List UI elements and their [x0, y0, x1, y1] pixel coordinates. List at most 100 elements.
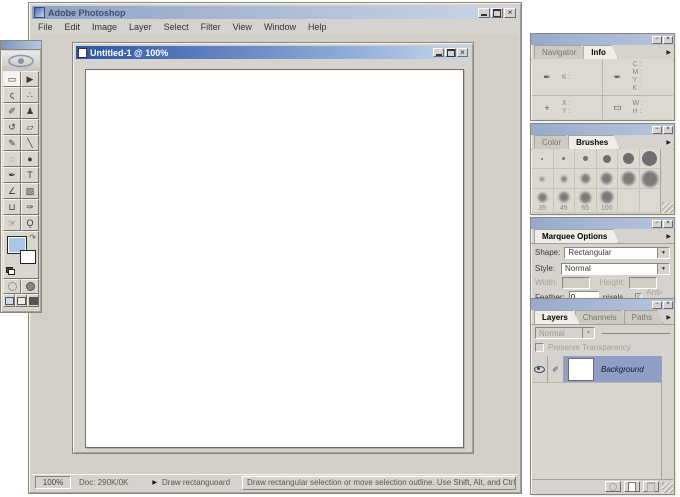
menu-view[interactable]: View [227, 21, 258, 33]
style-select[interactable]: Normal ▼ [561, 262, 670, 275]
info-palette-title-bar[interactable]: − × [531, 34, 674, 45]
resize-grip[interactable] [662, 202, 673, 213]
brush-swatch[interactable]: 35 [532, 189, 554, 213]
tool-eyedropper[interactable]: ✑ [21, 199, 39, 215]
tab-brushes[interactable]: Brushes [568, 135, 620, 149]
background-color-swatch[interactable] [20, 250, 36, 264]
tool-gradient[interactable]: ▧ [21, 183, 39, 199]
palette-menu-arrow-icon[interactable]: ▶ [666, 233, 671, 240]
brush-swatch[interactable] [532, 149, 554, 169]
tool-history-brush[interactable]: ↺ [3, 119, 21, 135]
tool-dodge[interactable]: ● [21, 151, 39, 167]
tool-measure[interactable]: ∠ [3, 183, 21, 199]
document-minimize-button[interactable] [433, 48, 444, 57]
delete-layer-button[interactable] [643, 481, 659, 492]
standard-mode-button[interactable] [3, 279, 21, 294]
app-minimize-button[interactable] [478, 7, 490, 18]
menu-file[interactable]: File [32, 21, 59, 33]
tool-rectangular-marquee[interactable]: ▭ [3, 71, 21, 87]
brush-swatch-empty[interactable] [618, 189, 640, 213]
tool-type[interactable]: T [21, 167, 39, 183]
tab-color[interactable]: Color [534, 135, 573, 149]
layer-thumbnail[interactable] [568, 357, 594, 381]
layer-visibility-toggle[interactable] [532, 356, 548, 382]
layer-row[interactable]: ✐ Background [532, 356, 662, 383]
brush-swatch[interactable] [596, 169, 618, 189]
layer-active-indicator[interactable]: ✐ [548, 356, 564, 382]
app-maximize-button[interactable] [491, 7, 503, 18]
toolbox-title-bar[interactable] [1, 41, 41, 50]
brush-swatch[interactable] [553, 169, 575, 189]
tool-airbrush[interactable]: ∴ [21, 87, 39, 103]
menu-edit[interactable]: Edit [59, 21, 87, 33]
default-colors-icon[interactable] [6, 267, 15, 275]
layers-palette-title-bar[interactable]: − × [531, 299, 674, 310]
document-maximize-button[interactable] [445, 48, 456, 57]
brush-swatch[interactable] [618, 169, 640, 189]
palette-minimize-button[interactable]: − [652, 220, 662, 228]
palette-close-button[interactable]: × [663, 301, 673, 309]
brush-swatch-empty[interactable] [639, 189, 661, 213]
palette-menu-arrow-icon[interactable]: ▶ [666, 49, 671, 56]
menu-window[interactable]: Window [258, 21, 302, 33]
quick-mask-button[interactable] [21, 279, 39, 294]
swap-colors-icon[interactable]: ↷ [29, 233, 36, 242]
layer-mask-button[interactable] [605, 481, 621, 492]
brush-swatch[interactable] [575, 169, 597, 189]
layer-name[interactable]: Background [601, 365, 644, 374]
brush-swatch[interactable] [639, 169, 661, 189]
tool-line[interactable]: ╲ [21, 135, 39, 151]
tool-pencil[interactable]: ✎ [3, 135, 21, 151]
layers-scroll-rail[interactable] [661, 356, 673, 479]
brush-swatch[interactable] [639, 149, 661, 169]
palette-menu-arrow-icon[interactable]: ▶ [666, 314, 671, 321]
tool-paint-bucket[interactable]: ⊔ [3, 199, 21, 215]
palette-close-button[interactable]: × [663, 36, 673, 44]
tab-info[interactable]: Info [583, 45, 618, 59]
menu-help[interactable]: Help [302, 21, 333, 33]
canvas[interactable] [85, 69, 464, 448]
zoom-level-field[interactable]: 100% [35, 476, 71, 489]
brushes-palette-title-bar[interactable]: − × [531, 124, 674, 135]
document-close-button[interactable]: × [457, 48, 468, 57]
brush-swatch[interactable]: 100 [596, 189, 618, 213]
opacity-slider[interactable] [602, 332, 670, 334]
new-layer-button[interactable] [624, 481, 640, 492]
menu-image[interactable]: Image [86, 21, 123, 33]
fullscreen-button[interactable] [27, 294, 39, 307]
brush-swatch[interactable] [553, 149, 575, 169]
standard-screen-button[interactable] [3, 294, 15, 307]
resize-grip[interactable] [662, 482, 673, 493]
document-title-bar[interactable]: Untitled-1 @ 100% × [76, 46, 470, 59]
tool-zoom[interactable]: Ǫ [21, 215, 39, 231]
brush-swatch[interactable]: 45 [553, 189, 575, 213]
palette-minimize-button[interactable]: − [652, 301, 662, 309]
palette-close-button[interactable]: × [663, 126, 673, 134]
blend-mode-select[interactable]: Normal ▼ [535, 327, 595, 339]
tool-blur[interactable]: ◌ [3, 151, 21, 167]
shape-select[interactable]: Rectangular ▼ [564, 246, 670, 259]
brush-swatch[interactable] [596, 149, 618, 169]
palette-minimize-button[interactable]: − [652, 36, 662, 44]
brush-swatch[interactable] [575, 149, 597, 169]
tool-eraser[interactable]: ▱ [21, 119, 39, 135]
menu-layer[interactable]: Layer [123, 21, 158, 33]
menu-select[interactable]: Select [158, 21, 195, 33]
tool-pen[interactable]: ✒ [3, 167, 21, 183]
app-title-bar[interactable]: Adobe Photoshop × [32, 6, 518, 19]
document-size-indicator[interactable]: Doc: 290K/0K [79, 478, 128, 487]
app-close-button[interactable]: × [504, 7, 516, 18]
tool-rubber-stamp[interactable]: ♟ [21, 103, 39, 119]
tab-layers[interactable]: Layers [534, 310, 580, 324]
palette-minimize-button[interactable]: − [652, 126, 662, 134]
brush-swatch[interactable] [618, 149, 640, 169]
tool-lasso[interactable]: ς [3, 87, 21, 103]
palette-menu-arrow-icon[interactable]: ▶ [666, 139, 671, 146]
tab-marquee-options[interactable]: Marquee Options [534, 229, 619, 243]
tab-channels[interactable]: Channels [575, 310, 629, 324]
menu-filter[interactable]: Filter [195, 21, 227, 33]
preserve-transparency-checkbox[interactable] [535, 343, 544, 352]
tab-navigator[interactable]: Navigator [534, 45, 588, 59]
tool-move[interactable]: ▶ [21, 71, 39, 87]
palette-close-button[interactable]: × [663, 220, 673, 228]
